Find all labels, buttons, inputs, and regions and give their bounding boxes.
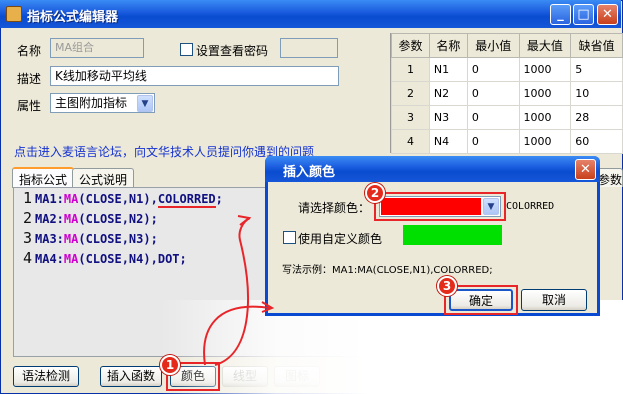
step-badge: 2 xyxy=(365,183,385,203)
arrow-to-code xyxy=(214,217,251,366)
annotation-arrows xyxy=(203,215,275,366)
arrow-to-dialog xyxy=(203,305,271,366)
step-badge: 3 xyxy=(437,276,457,296)
step-badge: 1 xyxy=(160,355,180,375)
